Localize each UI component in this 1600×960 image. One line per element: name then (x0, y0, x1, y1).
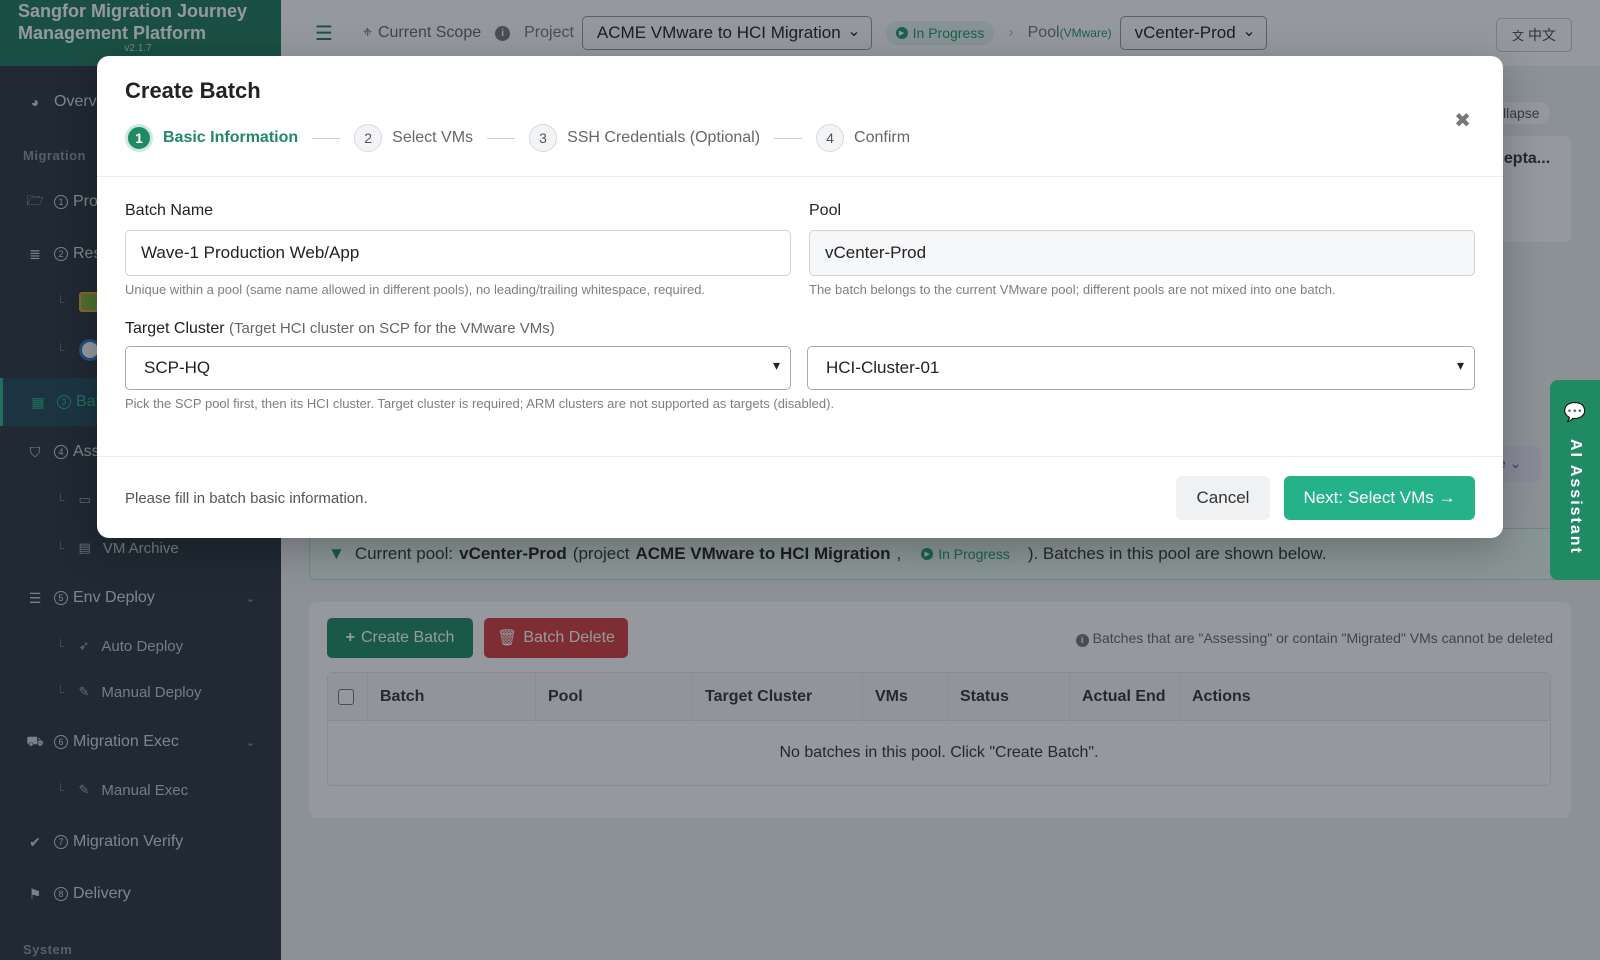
step-number: 4 (816, 124, 845, 152)
target-cluster-sublabel: (Target HCI cluster on SCP for the VMwar… (229, 320, 555, 337)
wizard-steps: 1 Basic Information 2 Select VMs 3 SSH C… (125, 122, 910, 154)
modal-title: Create Batch (125, 78, 261, 103)
step-label: SSH Credentials (Optional) (567, 129, 761, 146)
step-connector (312, 137, 341, 139)
chat-icon: 💬 (1563, 402, 1587, 422)
step-basic-info: 1 Basic Information (125, 124, 298, 152)
target-cluster-hint: Pick the SCP pool first, then its HCI cl… (125, 396, 835, 411)
scp-pool-value: SCP-HQ (144, 358, 211, 377)
step-connector (487, 137, 516, 139)
create-batch-modal: Create Batch ✖ 1 Basic Information 2 Sel… (97, 56, 1503, 538)
pool-field-hint: The batch belongs to the current VMware … (809, 282, 1336, 297)
target-cluster-label: Target Cluster (Target HCI cluster on SC… (125, 320, 555, 338)
pool-field-input: vCenter-Prod (809, 230, 1475, 276)
batch-name-label: Batch Name (125, 202, 214, 219)
step-connector (774, 137, 803, 139)
step-label: Basic Information (163, 129, 299, 146)
step-number: 2 (354, 124, 383, 152)
target-cluster-label-text: Target Cluster (125, 320, 225, 337)
modal-divider (97, 176, 1503, 177)
batch-name-hint: Unique within a pool (same name allowed … (125, 282, 706, 297)
chevron-down-icon: ▾ (772, 357, 780, 373)
batch-name-input[interactable]: Wave-1 Production Web/App (125, 230, 791, 276)
modal-divider (97, 456, 1503, 457)
pool-field-label: Pool (809, 202, 842, 219)
ai-assistant-label: AI Assistant (1567, 439, 1584, 555)
hci-cluster-value: HCI-Cluster-01 (826, 358, 940, 377)
chevron-down-icon: ▾ (1456, 357, 1464, 373)
step-number: 3 (529, 124, 558, 152)
cancel-button[interactable]: Cancel (1176, 476, 1270, 520)
next-select-vms-button[interactable]: Next: Select VMs → (1284, 476, 1475, 520)
step-select-vms: 2 Select VMs (354, 124, 473, 152)
close-icon[interactable]: ✖ (1454, 108, 1471, 133)
scp-pool-select[interactable]: SCP-HQ ▾ (125, 346, 791, 390)
step-ssh-credentials: 3 SSH Credentials (Optional) (529, 124, 760, 152)
hci-cluster-select[interactable]: HCI-Cluster-01 ▾ (807, 346, 1475, 390)
step-number: 1 (125, 124, 153, 152)
footer-message: Please fill in batch basic information. (125, 490, 368, 507)
step-label: Confirm (854, 129, 911, 146)
step-label: Select VMs (392, 129, 474, 146)
ai-assistant-tab[interactable]: 💬 AI Assistant (1550, 380, 1600, 580)
step-confirm: 4 Confirm (816, 124, 910, 152)
